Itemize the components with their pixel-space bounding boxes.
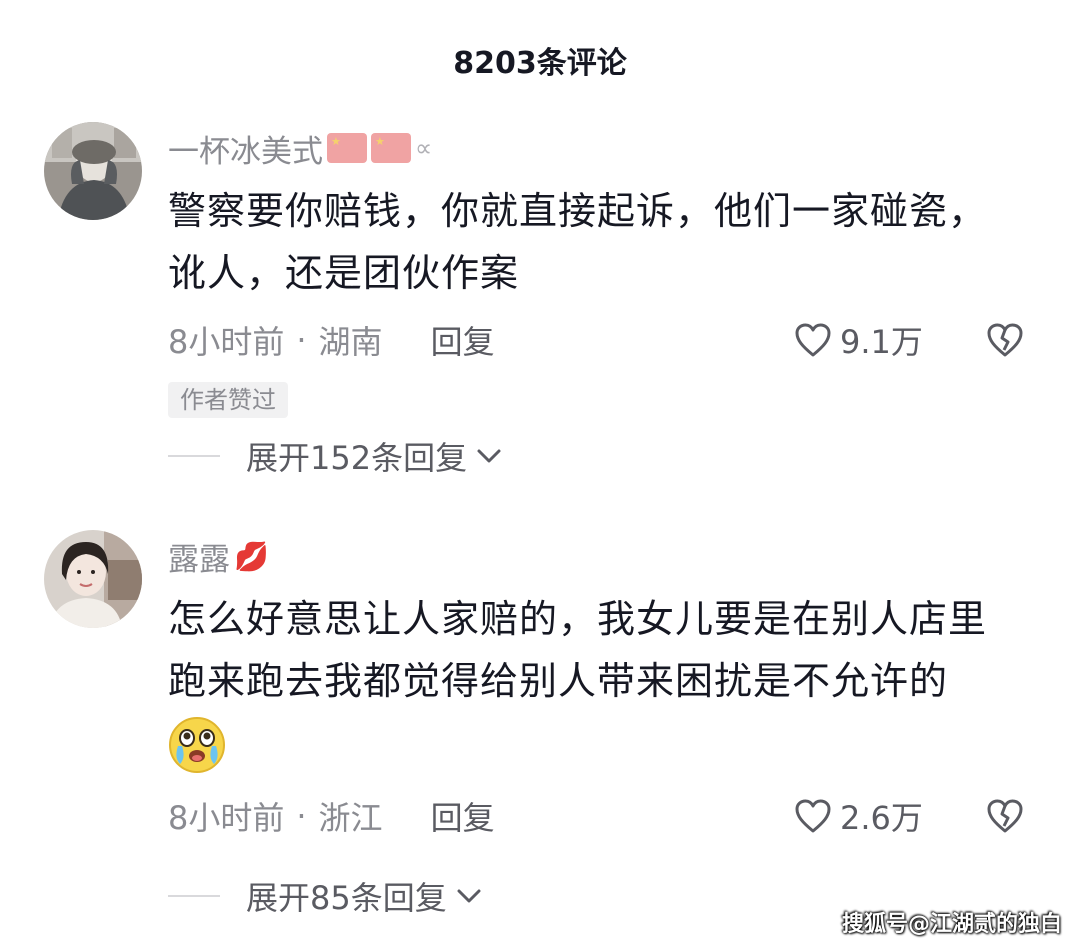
comment-author[interactable]: 一杯冰美式 ∝ — [168, 126, 432, 170]
comment-meta: 8小时前 · 湖南 回复 9.1万 — [168, 318, 1028, 362]
comment-location: 浙江 — [318, 799, 383, 837]
heart-outline-icon — [794, 322, 832, 358]
broken-heart-icon — [986, 322, 1024, 358]
expand-replies-label[interactable]: 展开85条回复 — [246, 873, 447, 919]
comment-text: 警察要你赔钱，你就直接起诉，他们一家碰瓷， 讹人，还是团伙作案 — [168, 180, 1048, 304]
divider-line — [168, 455, 220, 457]
expand-replies-label[interactable]: 展开152条回复 — [246, 433, 467, 479]
comment-text-line: 跑来跑去我都觉得给别人带来困扰是不允许的 — [168, 659, 949, 703]
comment-text-line: 讹人，还是团伙作案 — [168, 251, 520, 295]
heart-outline-icon — [794, 798, 832, 834]
username-text[interactable]: 一杯冰美式 — [168, 126, 323, 171]
avatar[interactable] — [44, 122, 142, 220]
like-count: 2.6万 — [840, 799, 923, 837]
china-flag-icon — [371, 133, 411, 163]
china-flag-icon — [327, 133, 367, 163]
watermark: 搜狐号@江湖贰的独白 — [841, 912, 1062, 937]
comment-meta: 8小时前 · 浙江 回复 2.6万 — [168, 794, 1028, 838]
author-liked-badge: 作者赞过 — [168, 382, 288, 418]
comment-text-line: 怎么好意思让人家赔的，我女儿要是在别人店里 — [168, 597, 988, 641]
expand-replies-button[interactable]: 展开152条回复 — [168, 434, 503, 478]
username-text[interactable]: 露露 — [168, 534, 230, 579]
separator-dot: · — [296, 797, 307, 835]
broken-heart-icon — [986, 798, 1024, 834]
separator-dot: · — [296, 321, 307, 359]
chevron-down-icon[interactable] — [475, 446, 503, 466]
crying-face-emoji-icon — [168, 716, 226, 774]
dislike-button[interactable] — [986, 322, 1024, 358]
like-button[interactable]: 9.1万 — [794, 317, 923, 363]
avatar[interactable] — [44, 530, 142, 628]
username-suffix: ∝ — [415, 134, 433, 162]
chevron-down-icon[interactable] — [455, 886, 483, 906]
comments-count-title: 8203条评论 — [453, 46, 627, 81]
comment-text: 怎么好意思让人家赔的，我女儿要是在别人店里 跑来跑去我都觉得给别人带来困扰是不允… — [168, 588, 1048, 792]
expand-replies-button[interactable]: 展开85条回复 — [168, 874, 483, 918]
dislike-button[interactable] — [986, 798, 1024, 834]
comment-location: 湖南 — [318, 323, 383, 361]
comment-time: 8小时前 — [168, 323, 285, 361]
comment-text-line: 警察要你赔钱，你就直接起诉，他们一家碰瓷， — [168, 189, 988, 233]
comment-author[interactable]: 露露 💋 — [168, 534, 269, 578]
like-button[interactable]: 2.6万 — [794, 793, 923, 839]
like-count: 9.1万 — [840, 323, 923, 361]
reply-button[interactable]: 回复 — [431, 793, 495, 839]
divider-line — [168, 895, 220, 897]
reply-button[interactable]: 回复 — [431, 317, 495, 363]
comment-time: 8小时前 — [168, 799, 285, 837]
lips-icon: 💋 — [234, 539, 269, 573]
